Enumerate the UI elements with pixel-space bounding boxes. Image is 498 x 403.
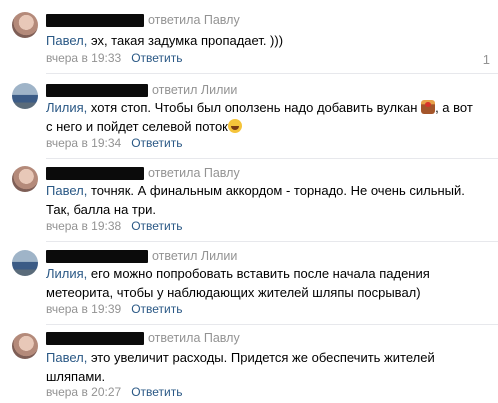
redacted-author-name [46,166,144,180]
redacted-author-name [46,13,144,27]
volcano-emoji-icon [421,100,436,114]
replied-to-label: ответил Лилии [152,83,238,97]
like-count[interactable]: 1 [483,52,490,67]
comment-body-line2: с него и пойдет селевой поток [46,119,228,134]
divider [46,324,498,325]
comment-text: Лилия, хотя стоп. Чтобы был оползень над… [46,98,486,136]
avatar[interactable] [12,83,38,109]
comment-text: Лилия, его можно попробовать вставить по… [46,264,486,302]
mention-link[interactable]: Павел, [46,183,87,198]
reply-button[interactable]: Ответить [131,302,182,316]
comment-header: ответила Павлу [46,165,240,181]
comment-text: Павел, это увеличит расходы. Придется же… [46,348,486,386]
avatar[interactable] [12,333,38,359]
divider [46,73,498,74]
avatar[interactable] [12,12,38,38]
comment-body: эх, такая задумка пропадает. ))) [87,33,284,48]
mention-link[interactable]: Павел, [46,350,87,365]
comment-body-line2: метеорита, чтобы у наблюдающих жителей ш… [46,285,421,300]
comment-body-line1: его можно попробовать вставить после нач… [87,266,430,281]
timestamp[interactable]: вчера в 19:34 [46,136,121,150]
reply-button[interactable]: Ответить [131,219,182,233]
comment-body-line2: Так, балла на три. [46,202,156,217]
replied-to-label: ответила Павлу [148,166,240,180]
comment-text: Павел, эх, такая задумка пропадает. ))) [46,31,486,50]
comment-body-line1: точняк. А финальным аккордом - торнадо. … [87,183,465,198]
comment-meta: вчера в 19:38 Ответить [46,219,182,233]
reply-button[interactable]: Ответить [131,385,182,399]
comment-body-line2: шляпами. [46,369,106,384]
comment-header: ответила Павлу [46,330,240,346]
redacted-author-name [46,83,148,97]
avatar[interactable] [12,166,38,192]
divider [46,241,498,242]
mention-link[interactable]: Павел, [46,33,87,48]
comment-header: ответила Павлу [46,12,240,28]
comment-meta: вчера в 19:33 Ответить [46,51,182,65]
redacted-author-name [46,249,148,263]
timestamp[interactable]: вчера в 19:39 [46,302,121,316]
comment-meta: вчера в 20:27 Ответить [46,385,182,399]
replied-to-label: ответила Павлу [148,331,240,345]
divider [46,158,498,159]
replied-to-label: ответила Павлу [148,13,240,27]
laughing-emoji-icon [227,119,242,133]
timestamp[interactable]: вчера в 19:33 [46,51,121,65]
comment-header: ответил Лилии [46,82,237,98]
timestamp[interactable]: вчера в 20:27 [46,385,121,399]
timestamp[interactable]: вчера в 19:38 [46,219,121,233]
comment-body-line1-end: , а вот [435,100,473,115]
reply-button[interactable]: Ответить [131,51,182,65]
comment-header: ответил Лилии [46,248,237,264]
comment-meta: вчера в 19:39 Ответить [46,302,182,316]
comment-text: Павел, точняк. А финальным аккордом - то… [46,181,486,219]
comment-meta: вчера в 19:34 Ответить [46,136,182,150]
mention-link[interactable]: Лилия, [46,266,87,281]
avatar[interactable] [12,250,38,276]
redacted-author-name [46,331,144,345]
reply-button[interactable]: Ответить [131,136,182,150]
comment-body-line1: хотя стоп. Чтобы был оползень надо добав… [87,100,422,115]
replied-to-label: ответил Лилии [152,249,238,263]
mention-link[interactable]: Лилия, [46,100,87,115]
comment-body-line1: это увеличит расходы. Придется же обеспе… [87,350,435,365]
